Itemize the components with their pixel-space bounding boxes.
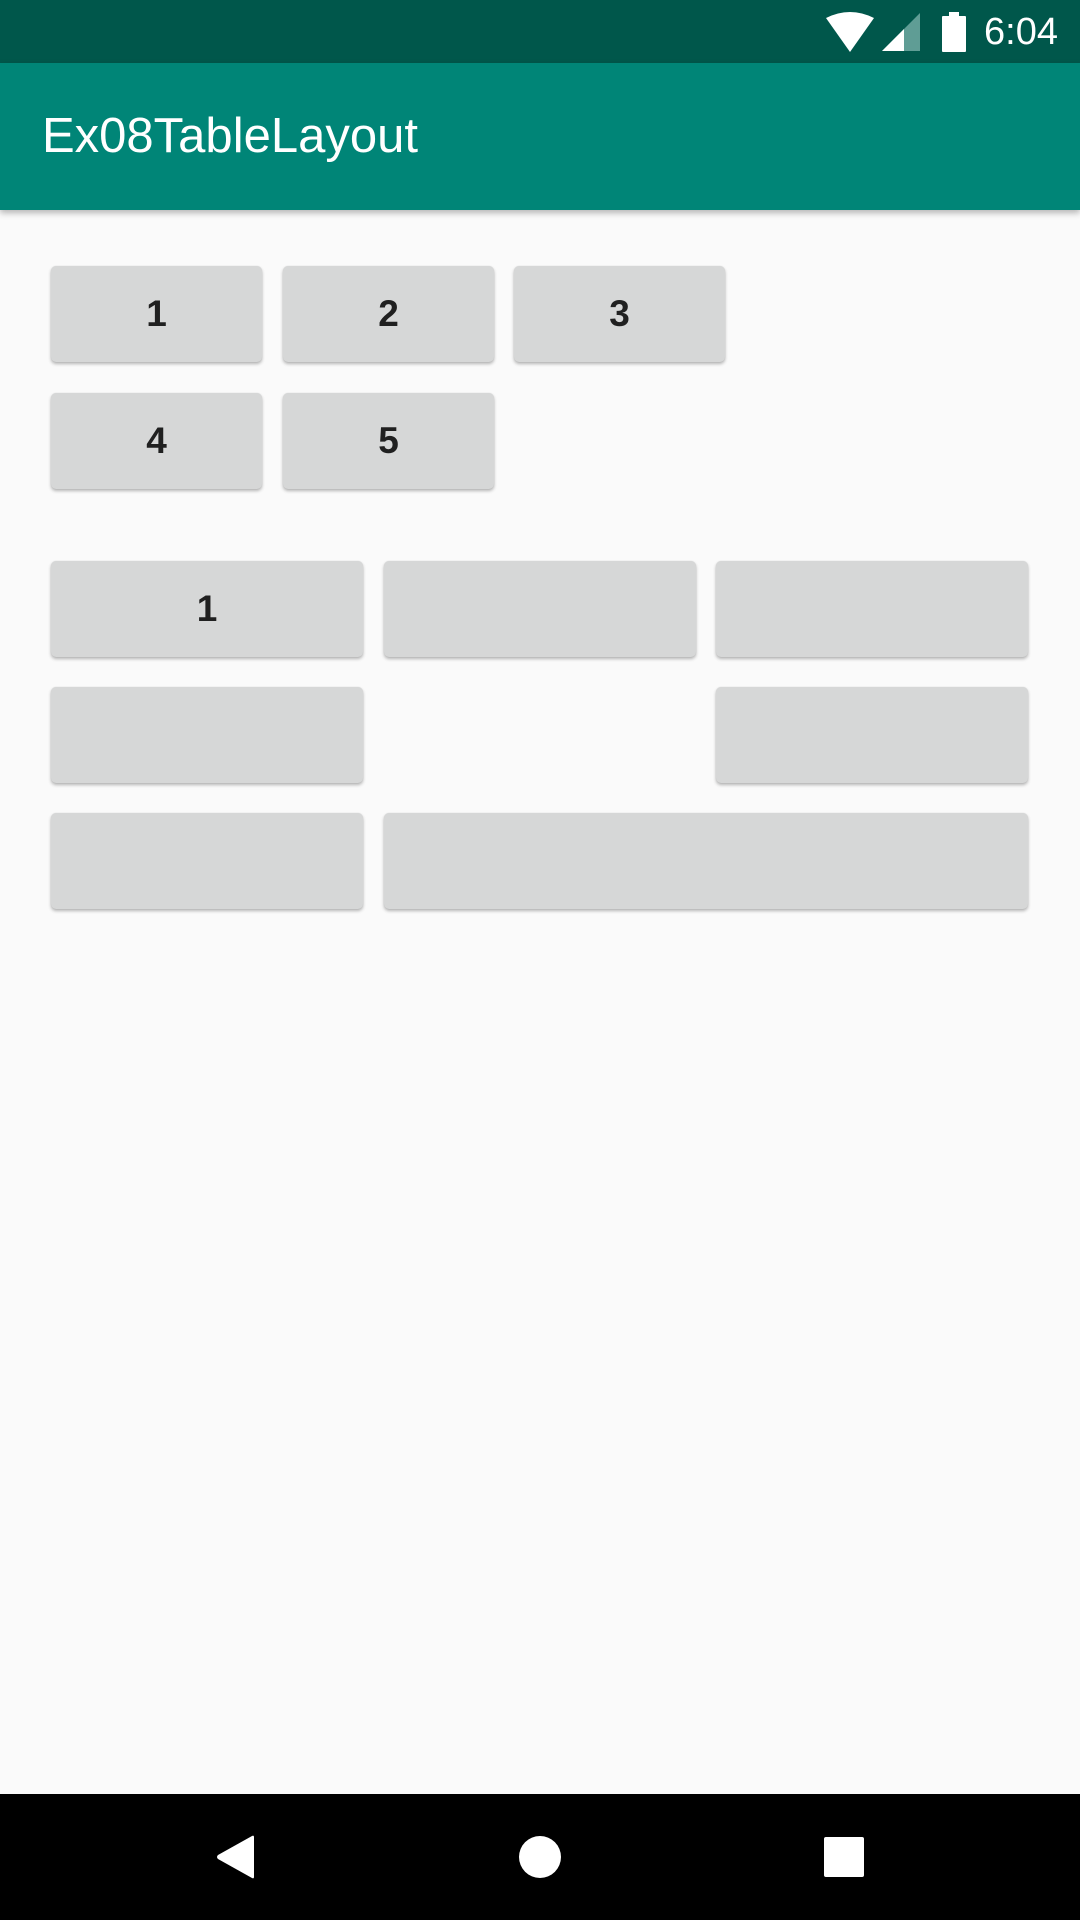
back-icon — [217, 1835, 254, 1879]
table1-button-1[interactable]: 1 — [51, 266, 262, 362]
table2-row1-col2-button[interactable] — [384, 561, 696, 657]
wifi-icon — [826, 11, 875, 52]
table1-button-5[interactable]: 5 — [283, 393, 494, 489]
recents-button[interactable] — [784, 1794, 904, 1920]
app-title: Ex08TableLayout — [42, 109, 418, 163]
table2-row3-col1-button[interactable] — [51, 813, 363, 909]
navigation-bar — [0, 1794, 1080, 1920]
table1-button-2[interactable]: 2 — [283, 266, 494, 362]
table2-row3-span-button[interactable] — [384, 813, 1028, 909]
recents-icon — [824, 1837, 864, 1877]
table2-row1-col3-button[interactable] — [716, 561, 1028, 657]
cell-signal-icon — [882, 12, 921, 51]
status-bar: 6:04 — [0, 0, 1080, 63]
home-icon — [519, 1836, 561, 1878]
status-clock: 6:04 — [984, 10, 1058, 53]
battery-icon — [942, 11, 967, 52]
app-bar: Ex08TableLayout — [0, 63, 1080, 210]
back-button[interactable] — [176, 1794, 296, 1920]
status-icons: 6:04 — [826, 0, 1058, 63]
table1-button-3[interactable]: 3 — [514, 266, 725, 362]
table2-row2-col1-button[interactable] — [51, 687, 363, 783]
table2-row2-col3-button[interactable] — [716, 687, 1028, 783]
table1-button-4[interactable]: 4 — [51, 393, 262, 489]
table2-row1-col1-button[interactable]: 1 — [51, 561, 363, 657]
home-button[interactable] — [480, 1794, 600, 1920]
